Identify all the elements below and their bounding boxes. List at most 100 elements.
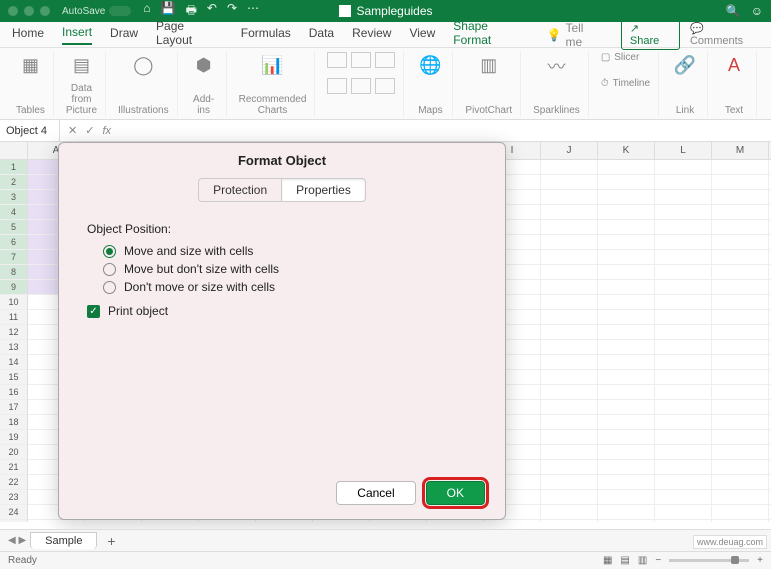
ribbon-group-tables[interactable]: ▦Tables <box>8 52 54 116</box>
row-header[interactable]: 17 <box>0 400 28 415</box>
ribbon-group-filters[interactable]: ▢Slicer ⏱Timeline <box>593 52 659 116</box>
ribbon-group-recommended-charts[interactable]: 📊Recommended Charts <box>231 52 316 116</box>
ribbon-group-data-from-picture[interactable]: ▤Data from Picture <box>58 52 106 116</box>
view-break-icon[interactable]: ▥ <box>638 555 647 566</box>
home-icon[interactable]: ⌂ <box>143 1 150 22</box>
ribbon-group-illustrations[interactable]: ◯Illustrations <box>110 52 178 116</box>
dialog-body: Object Position: Move and size with cell… <box>59 214 505 471</box>
col-header[interactable]: L <box>655 142 712 159</box>
ribbon-group-maps[interactable]: 🌐Maps <box>408 52 453 116</box>
autosave-toggle[interactable]: AutoSave <box>62 6 131 17</box>
status-bar: Ready ▦ ▤ ▥ − + <box>0 551 771 569</box>
ribbon-group-sparklines[interactable]: 〰Sparklines <box>525 52 589 116</box>
tab-formulas[interactable]: Formulas <box>241 26 291 44</box>
select-all-corner[interactable] <box>0 142 28 159</box>
object-position-radio-group: Move and size with cells Move but don't … <box>103 244 477 294</box>
zoom-out-icon[interactable]: − <box>655 555 661 566</box>
tab-review[interactable]: Review <box>352 26 391 44</box>
print-object-checkbox[interactable]: ✓ Print object <box>87 304 477 318</box>
radio-move-and-size[interactable]: Move and size with cells <box>103 244 477 258</box>
view-normal-icon[interactable]: ▦ <box>603 555 612 566</box>
checkbox-label: Print object <box>108 304 168 318</box>
row-header[interactable]: 10 <box>0 295 28 310</box>
col-header[interactable]: J <box>541 142 598 159</box>
ribbon-toolbar: ▦Tables ▤Data from Picture ◯Illustration… <box>0 48 771 120</box>
row-header[interactable]: 12 <box>0 325 28 340</box>
tab-home[interactable]: Home <box>12 26 44 44</box>
rec-charts-icon: 📊 <box>259 52 287 80</box>
ok-button[interactable]: OK <box>426 481 485 505</box>
view-page-icon[interactable]: ▤ <box>620 555 629 566</box>
row-header[interactable]: 18 <box>0 415 28 430</box>
sheet-tab-sample[interactable]: Sample <box>30 532 97 549</box>
row-header[interactable]: 20 <box>0 445 28 460</box>
tab-data[interactable]: Data <box>309 26 334 44</box>
cancel-formula-icon[interactable]: ✕ <box>68 124 77 137</box>
dialog-tabs: Protection Properties <box>59 178 505 202</box>
chart-type-icon[interactable] <box>375 78 395 94</box>
checkbox-icon: ✓ <box>87 305 100 318</box>
radio-icon <box>103 245 116 258</box>
chart-type-icon[interactable] <box>351 52 371 68</box>
redo-icon[interactable]: ↷ <box>227 1 237 22</box>
ribbon-group-addins[interactable]: ⬢Add-ins <box>182 52 227 116</box>
user-icon[interactable]: ☺ <box>751 4 763 18</box>
row-header[interactable]: 6 <box>0 235 28 250</box>
row-header[interactable]: 24 <box>0 505 28 520</box>
tab-page-layout[interactable]: Page Layout <box>156 19 223 51</box>
chart-type-icon[interactable] <box>351 78 371 94</box>
tab-view[interactable]: View <box>409 26 435 44</box>
row-header[interactable]: 1 <box>0 160 28 175</box>
fx-icon[interactable]: fx <box>102 125 111 137</box>
tab-insert[interactable]: Insert <box>62 25 92 45</box>
sheet-nav-arrows[interactable]: ◀ ▶ <box>8 535 26 546</box>
ribbon-group-link[interactable]: 🔗Link <box>663 52 708 116</box>
col-header[interactable]: M <box>712 142 769 159</box>
more-icon[interactable]: ⋯ <box>247 1 259 22</box>
ribbon-group-text[interactable]: AText <box>712 52 757 116</box>
dialog-tab-protection[interactable]: Protection <box>198 178 281 202</box>
row-header[interactable]: 23 <box>0 490 28 505</box>
chart-type-icon[interactable] <box>375 52 395 68</box>
row-header[interactable]: 25 <box>0 520 28 522</box>
row-header[interactable]: 15 <box>0 370 28 385</box>
window-traffic-lights[interactable] <box>8 6 50 16</box>
row-header[interactable]: 16 <box>0 385 28 400</box>
row-header[interactable]: 9 <box>0 280 28 295</box>
row-header[interactable]: 11 <box>0 310 28 325</box>
add-sheet-button[interactable]: + <box>101 533 121 549</box>
row-header[interactable]: 5 <box>0 220 28 235</box>
accept-formula-icon[interactable]: ✓ <box>85 124 94 137</box>
row-header[interactable]: 2 <box>0 175 28 190</box>
tab-draw[interactable]: Draw <box>110 26 138 44</box>
row-header[interactable]: 14 <box>0 355 28 370</box>
ribbon-group-pivotchart[interactable]: ▥PivotChart <box>457 52 521 116</box>
radio-move-no-size[interactable]: Move but don't size with cells <box>103 262 477 276</box>
ribbon-group-symbols[interactable]: ΩSy <box>761 52 771 116</box>
comments-button[interactable]: 💬 Comments <box>690 22 759 47</box>
col-header[interactable]: K <box>598 142 655 159</box>
row-header[interactable]: 4 <box>0 205 28 220</box>
row-header[interactable]: 21 <box>0 460 28 475</box>
radio-dont-move[interactable]: Don't move or size with cells <box>103 280 477 294</box>
share-button[interactable]: ↗ Share <box>621 19 680 50</box>
search-icon[interactable]: 🔍 <box>726 4 741 18</box>
row-header[interactable]: 7 <box>0 250 28 265</box>
dialog-tab-properties[interactable]: Properties <box>281 178 366 202</box>
zoom-slider[interactable] <box>669 559 749 562</box>
cancel-button[interactable]: Cancel <box>336 481 415 505</box>
row-header[interactable]: 8 <box>0 265 28 280</box>
autosave-switch-icon[interactable] <box>109 6 131 16</box>
zoom-in-icon[interactable]: + <box>757 555 763 566</box>
chart-type-icon[interactable] <box>327 52 347 68</box>
tell-me-search[interactable]: 💡 Tell me <box>547 21 603 49</box>
chart-type-icon[interactable] <box>327 78 347 94</box>
excel-doc-icon <box>338 5 350 17</box>
row-header[interactable]: 22 <box>0 475 28 490</box>
row-header[interactable]: 19 <box>0 430 28 445</box>
ribbon-group-charts[interactable] <box>319 52 404 116</box>
tab-shape-format[interactable]: Shape Format <box>453 19 528 51</box>
name-box[interactable]: Object 4 <box>0 120 60 141</box>
row-header[interactable]: 3 <box>0 190 28 205</box>
row-header[interactable]: 13 <box>0 340 28 355</box>
